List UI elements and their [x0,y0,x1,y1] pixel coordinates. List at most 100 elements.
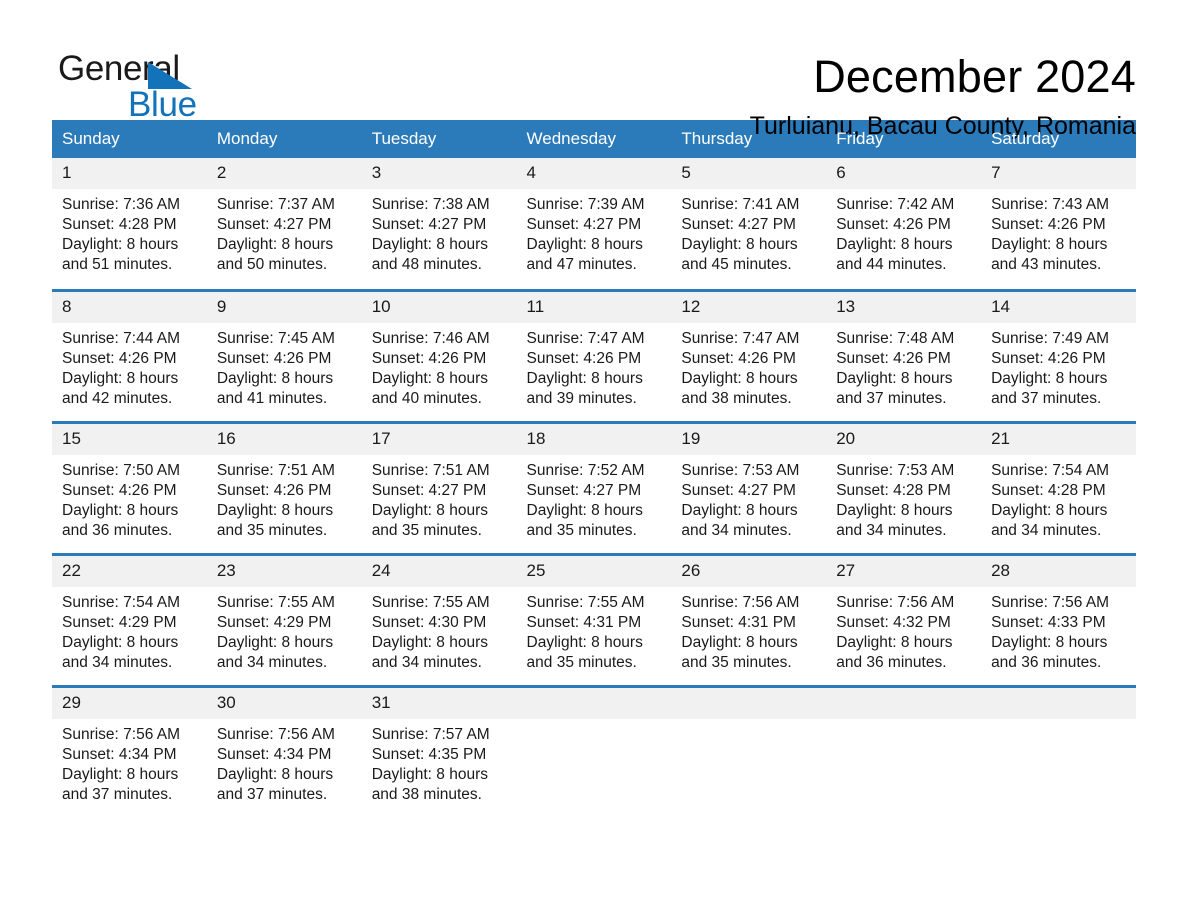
title-block: December 2024 Turluianu, Bacau County, R… [750,48,1136,142]
calendar-day-cell[interactable]: 26 Sunrise: 7:56 AM Sunset: 4:31 PM Dayligh… [671,552,827,686]
day-info-daylight-line2: and 43 minutes. [991,256,1102,273]
calendar-week-row: 15 Sunrise: 7:50 AM Sunset: 4:26 PM Dayligh… [52,420,1136,554]
day-number: 26 [671,555,827,587]
calendar-day-cell[interactable]: 22 Sunrise: 7:54 AM Sunset: 4:29 PM Dayligh… [52,552,207,686]
day-info-sunset: Sunset: 4:30 PM [371,613,487,631]
day-info-daylight-line2: and 37 minutes. [836,389,947,407]
calendar-day-cell[interactable]: 29 Sunrise: 7:56 AM Sunset: 4:34 PM Dayligh… [52,684,207,818]
day-info-sunrise: Sunrise: 7:54 AM [62,593,181,611]
day-number: 4 [516,158,672,189]
day-info-daylight-line2: and 34 minutes. [62,653,173,671]
day-info-daylight-line1: Daylight: 8 hours [836,633,953,651]
calendar-day-cell[interactable]: 6 Sunrise: 7:42 AM Sunset: 4:26 PM Daylight… [826,158,982,290]
calendar-day-cell[interactable]: 27 Sunrise: 7:56 AM Sunset: 4:32 PM Dayligh… [826,552,982,686]
day-cell-content: 20 Sunrise: 7:53 AM Sunset: 4:28 PM Dayligh… [826,423,982,553]
day-info-daylight-line2: and 35 minutes. [681,653,792,671]
day-cell-content: 9 Sunrise: 7:45 AM Sunset: 4:26 PM Daylight… [206,291,362,421]
calendar-day-cell[interactable]: 2 Sunrise: 7:37 AM Sunset: 4:27 PM Daylight… [206,158,362,290]
day-info-sunrise: Sunrise: 7:48 AM [836,329,955,347]
calendar-body: 1 Sunrise: 7:36 AM Sunset: 4:28 PM Daylight… [52,158,1136,818]
day-info-sunset: Sunset: 4:28 PM [836,481,951,499]
day-info-daylight-line1: Daylight: 8 hours [371,501,488,519]
day-info-daylight-line2: and 44 minutes. [836,256,947,273]
day-info-daylight-line1: Daylight: 8 hours [991,501,1108,519]
calendar-day-cell[interactable]: 8 Sunrise: 7:44 AM Sunset: 4:26 PM Daylight… [52,288,207,422]
day-info-sunrise: Sunrise: 7:39 AM [526,196,645,213]
day-info-sunrise: Sunrise: 7:55 AM [216,593,335,611]
calendar-day-cell[interactable]: 11 Sunrise: 7:47 AM Sunset: 4:26 PM Dayligh… [516,288,672,422]
day-cell-content: 7 Sunrise: 7:43 AM Sunset: 4:26 PM Daylight… [981,158,1136,289]
day-number: 18 [516,423,672,455]
day-info-daylight-line2: and 34 minutes. [371,653,482,671]
day-cell-content: 10 Sunrise: 7:46 AM Sunset: 4:26 PM Dayligh… [361,291,517,421]
day-info-sunrise: Sunrise: 7:55 AM [371,593,490,611]
calendar-day-cell[interactable]: 18 Sunrise: 7:52 AM Sunset: 4:27 PM Dayligh… [516,420,672,554]
day-number: 15 [52,423,207,455]
day-number: 19 [671,423,827,455]
day-cell-content: 23 Sunrise: 7:55 AM Sunset: 4:29 PM Dayligh… [206,555,362,685]
calendar-day-cell[interactable]: 13 Sunrise: 7:48 AM Sunset: 4:26 PM Dayligh… [826,288,982,422]
day-info-sunrise: Sunrise: 7:50 AM [62,461,181,479]
calendar-day-cell[interactable]: 3 Sunrise: 7:38 AM Sunset: 4:27 PM Daylight… [361,158,517,290]
day-info-daylight-line2: and 35 minutes. [526,653,637,671]
day-info-sunset: Sunset: 4:26 PM [216,481,332,499]
day-sun-info [671,719,826,725]
day-sun-info: Sunrise: 7:47 AM Sunset: 4:26 PM Daylight:… [671,323,826,409]
day-info-sunset: Sunset: 4:34 PM [216,745,332,763]
calendar-day-cell[interactable]: 17 Sunrise: 7:51 AM Sunset: 4:27 PM Dayligh… [361,420,517,554]
calendar-day-cell[interactable]: 15 Sunrise: 7:50 AM Sunset: 4:26 PM Dayligh… [52,420,207,554]
day-info-sunset: Sunset: 4:26 PM [991,349,1106,367]
day-sun-info: Sunrise: 7:54 AM Sunset: 4:29 PM Daylight:… [52,587,207,673]
day-sun-info: Sunrise: 7:56 AM Sunset: 4:33 PM Daylight:… [981,587,1136,673]
calendar-day-cell[interactable]: 10 Sunrise: 7:46 AM Sunset: 4:26 PM Dayligh… [361,288,517,422]
day-info-sunset: Sunset: 4:29 PM [216,613,332,631]
calendar-day-cell[interactable]: 1 Sunrise: 7:36 AM Sunset: 4:28 PM Daylight… [52,158,207,290]
calendar-day-cell[interactable]: 4 Sunrise: 7:39 AM Sunset: 4:27 PM Daylight… [516,158,672,290]
calendar-page: General Blue December 2024 Turluianu, Ba… [0,0,1188,918]
day-number [671,687,827,719]
day-info-sunset: Sunset: 4:35 PM [371,745,487,763]
day-info-sunset: Sunset: 4:26 PM [526,349,642,367]
calendar-day-cell[interactable]: 5 Sunrise: 7:41 AM Sunset: 4:27 PM Daylight… [671,158,827,290]
page-header: General Blue December 2024 Turluianu, Ba… [0,0,1188,140]
day-sun-info: Sunrise: 7:44 AM Sunset: 4:26 PM Daylight:… [52,323,207,409]
day-info-daylight-line2: and 45 minutes. [681,256,792,273]
calendar-day-cell[interactable]: 24 Sunrise: 7:55 AM Sunset: 4:30 PM Dayligh… [361,552,517,686]
day-info-sunset: Sunset: 4:27 PM [526,481,642,499]
calendar-day-cell[interactable]: 28 Sunrise: 7:56 AM Sunset: 4:33 PM Dayligh… [981,552,1136,686]
day-info-daylight-line1: Daylight: 8 hours [371,765,488,783]
day-number: 1 [52,158,207,189]
day-info-daylight-line1: Daylight: 8 hours [216,236,334,253]
calendar-day-cell[interactable]: 25 Sunrise: 7:55 AM Sunset: 4:31 PM Dayligh… [516,552,672,686]
day-info-daylight-line2: and 38 minutes. [371,785,482,803]
calendar-day-cell[interactable]: 14 Sunrise: 7:49 AM Sunset: 4:26 PM Dayligh… [981,288,1136,422]
day-info-daylight-line1: Daylight: 8 hours [216,765,334,783]
weekday-header-wednesday: Wednesday [516,120,672,158]
calendar-day-cell[interactable]: 23 Sunrise: 7:55 AM Sunset: 4:29 PM Dayligh… [206,552,362,686]
day-info-sunrise: Sunrise: 7:53 AM [836,461,955,479]
day-info-daylight-line1: Daylight: 8 hours [526,633,643,651]
calendar-day-cell[interactable]: 16 Sunrise: 7:51 AM Sunset: 4:26 PM Dayligh… [206,420,362,554]
sunrise-sunset-calendar: Sunday Monday Tuesday Wednesday Thursday… [52,120,1136,818]
day-sun-info: Sunrise: 7:51 AM Sunset: 4:27 PM Daylight:… [362,455,517,541]
day-info-sunset: Sunset: 4:27 PM [371,481,487,499]
calendar-day-cell[interactable]: 31 Sunrise: 7:57 AM Sunset: 4:35 PM Dayligh… [361,684,517,818]
day-number: 7 [981,158,1136,189]
day-info-sunrise: Sunrise: 7:44 AM [62,329,181,347]
calendar-day-cell[interactable]: 12 Sunrise: 7:47 AM Sunset: 4:26 PM Dayligh… [671,288,827,422]
day-info-sunset: Sunset: 4:28 PM [991,481,1106,499]
calendar-day-cell [981,684,1136,818]
calendar-day-cell[interactable]: 19 Sunrise: 7:53 AM Sunset: 4:27 PM Dayligh… [671,420,827,554]
calendar-day-cell[interactable]: 9 Sunrise: 7:45 AM Sunset: 4:26 PM Daylight… [206,288,362,422]
day-number: 30 [206,687,362,719]
day-cell-content: 30 Sunrise: 7:56 AM Sunset: 4:34 PM Dayligh… [206,687,362,819]
calendar-day-cell[interactable]: 20 Sunrise: 7:53 AM Sunset: 4:28 PM Dayligh… [826,420,982,554]
calendar-day-cell [826,684,982,818]
day-info-daylight-line1: Daylight: 8 hours [991,236,1108,253]
calendar-day-cell[interactable]: 21 Sunrise: 7:54 AM Sunset: 4:28 PM Dayligh… [981,420,1136,554]
day-cell-content: 13 Sunrise: 7:48 AM Sunset: 4:26 PM Dayligh… [826,291,982,421]
calendar-day-cell[interactable]: 7 Sunrise: 7:43 AM Sunset: 4:26 PM Daylight… [981,158,1136,290]
day-info-sunrise: Sunrise: 7:38 AM [371,196,490,213]
day-sun-info: Sunrise: 7:42 AM Sunset: 4:26 PM Daylight:… [826,189,981,275]
calendar-day-cell[interactable]: 30 Sunrise: 7:56 AM Sunset: 4:34 PM Dayligh… [206,684,362,819]
